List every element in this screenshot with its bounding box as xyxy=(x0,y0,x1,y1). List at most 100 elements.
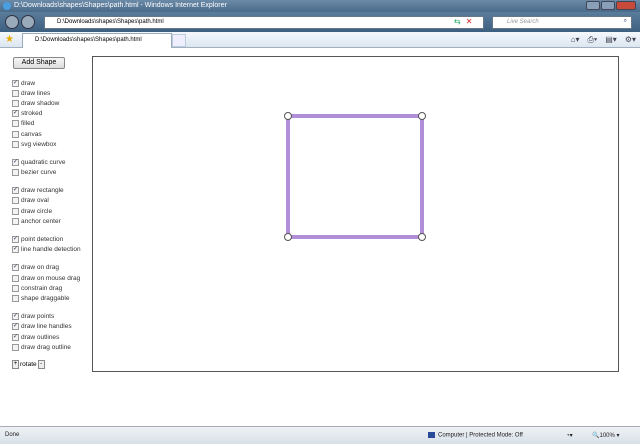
zoom-level[interactable]: 🔍100% ▾ xyxy=(592,432,620,439)
search-placeholder: Live Search xyxy=(507,19,539,25)
checkbox[interactable] xyxy=(12,343,19,351)
checkbox[interactable]: ✓ xyxy=(12,236,19,244)
rotate-right-button[interactable]: - xyxy=(37,360,45,370)
protected-mode-icon[interactable]: ◔▾ xyxy=(566,432,573,439)
option-line-handle-detection[interactable]: ✓ line handle detection xyxy=(12,245,92,255)
option-draw-on-mouse-drag[interactable]: draw on mouse drag xyxy=(12,273,92,283)
print-icon[interactable]: ⎙▾ xyxy=(587,35,597,45)
checkbox[interactable] xyxy=(12,169,19,177)
shape-point-handle[interactable] xyxy=(418,112,426,120)
checkbox[interactable] xyxy=(12,130,19,138)
option-label: draw rectangle xyxy=(21,187,64,195)
checkbox[interactable] xyxy=(12,197,19,205)
checkbox[interactable]: ✓ xyxy=(12,187,19,195)
option-svg-viewbox[interactable]: svg viewbox xyxy=(12,139,92,149)
rectangle-shape[interactable] xyxy=(286,114,424,239)
back-button[interactable] xyxy=(5,15,19,29)
checkbox[interactable] xyxy=(12,294,19,302)
option-shape-draggable[interactable]: shape draggable xyxy=(12,293,92,303)
add-shape-button[interactable]: Add Shape xyxy=(13,57,65,69)
option-bezier-curve[interactable]: bezier curve xyxy=(12,168,92,178)
drawing-canvas[interactable] xyxy=(92,56,619,372)
option-label: constrain drag xyxy=(21,284,63,292)
option-canvas[interactable]: canvas xyxy=(12,129,92,139)
shape-point-handle[interactable] xyxy=(284,112,292,120)
option-draw-lines[interactable]: draw lines xyxy=(12,88,92,98)
option-label: draw on drag xyxy=(21,264,59,272)
option-stroked[interactable]: ✓ stroked xyxy=(12,109,92,119)
search-input[interactable]: Live Search ⌕ xyxy=(492,16,632,29)
rotate-left-button[interactable]: + xyxy=(12,360,19,370)
option-label: draw xyxy=(21,79,36,87)
stop-icon[interactable]: ✕ xyxy=(466,17,473,26)
search-icon[interactable]: ⌕ xyxy=(624,18,627,25)
checkbox[interactable]: ✓ xyxy=(12,323,19,331)
option-label: anchor center xyxy=(21,217,61,225)
status-text: Done xyxy=(5,432,20,438)
option-point-detection[interactable]: ✓ point detection xyxy=(12,234,92,244)
checkbox[interactable] xyxy=(12,120,19,128)
minimize-button[interactable] xyxy=(586,1,600,10)
checkbox[interactable] xyxy=(12,217,19,225)
new-tab-button[interactable] xyxy=(172,34,186,47)
option-quadratic-curve[interactable]: ✓ quadratic curve xyxy=(12,157,92,167)
option-label: svg viewbox xyxy=(21,140,57,148)
option-draw-on-drag[interactable]: ✓ draw on drag xyxy=(12,263,92,273)
checkbox[interactable] xyxy=(12,89,19,97)
option-label: draw oval xyxy=(21,197,49,205)
option-draw-oval[interactable]: draw oval xyxy=(12,196,92,206)
option-constrain-drag[interactable]: constrain drag xyxy=(12,283,92,293)
checkbox[interactable] xyxy=(12,140,19,148)
option-draw-rectangle[interactable]: ✓ draw rectangle xyxy=(12,186,92,196)
page-icon[interactable]: ▤▾ xyxy=(605,35,617,45)
option-label: bezier curve xyxy=(21,169,57,177)
checkbox[interactable] xyxy=(12,207,19,215)
security-zone[interactable]: Computer | Protected Mode: Off xyxy=(428,432,523,439)
forward-button[interactable] xyxy=(21,15,35,29)
shape-point-handle[interactable] xyxy=(418,233,426,241)
option-label: draw drag outline xyxy=(21,343,71,351)
checkbox[interactable]: ✓ xyxy=(12,158,19,166)
shape-point-handle[interactable] xyxy=(284,233,292,241)
close-button[interactable] xyxy=(616,1,636,10)
favorites-star-icon[interactable]: ★ xyxy=(5,34,14,45)
option-draw-points[interactable]: ✓ draw points xyxy=(12,312,92,322)
checkbox[interactable]: ✓ xyxy=(12,264,19,272)
options-list: ✓ draw draw lines draw shadow ✓ stroked filled… xyxy=(12,78,92,352)
status-bar: Done Computer | Protected Mode: Off ◔▾ 🔍… xyxy=(0,426,640,444)
window-title: D:\Downloads\shapes\Shapes\path.html - W… xyxy=(14,2,227,9)
option-draw-shadow[interactable]: draw shadow xyxy=(12,98,92,108)
option-filled[interactable]: filled xyxy=(12,119,92,129)
rotate-label: rotate xyxy=(20,361,37,369)
option-draw-line-handles[interactable]: ✓ draw line handles xyxy=(12,322,92,332)
checkbox[interactable]: ✓ xyxy=(12,110,19,118)
maximize-button[interactable] xyxy=(601,1,615,10)
option-draw[interactable]: ✓ draw xyxy=(12,78,92,88)
option-label: draw outlines xyxy=(21,333,60,341)
option-label: quadratic curve xyxy=(21,158,66,166)
checkbox[interactable]: ✓ xyxy=(12,79,19,87)
option-anchor-center[interactable]: anchor center xyxy=(12,216,92,226)
option-label: line handle detection xyxy=(21,246,81,254)
option-draw-circle[interactable]: draw circle xyxy=(12,206,92,216)
home-icon[interactable]: ⌂▾ xyxy=(571,35,580,45)
navigation-bar: D:\Downloads\shapes\Shapes\path.html ⇆ ✕ … xyxy=(0,12,640,32)
tools-gear-icon[interactable]: ⚙▾ xyxy=(625,35,636,45)
rotate-control: + rotate - xyxy=(12,360,92,370)
ie-logo-icon xyxy=(3,2,11,10)
checkbox[interactable] xyxy=(12,99,19,107)
checkbox[interactable] xyxy=(12,284,19,292)
address-text: D:\Downloads\shapes\Shapes\path.html xyxy=(57,19,164,25)
tab-label: D:\Downloads\shapes\Shapes\path.html xyxy=(35,37,142,43)
option-draw-outlines[interactable]: ✓ draw outlines xyxy=(12,332,92,342)
address-bar[interactable]: D:\Downloads\shapes\Shapes\path.html xyxy=(44,16,484,29)
option-label: draw lines xyxy=(21,89,51,97)
checkbox[interactable]: ✓ xyxy=(12,313,19,321)
option-label: shape draggable xyxy=(21,294,70,302)
tab-path[interactable]: D:\Downloads\shapes\Shapes\path.html xyxy=(22,33,172,48)
checkbox[interactable]: ✓ xyxy=(12,333,19,341)
checkbox[interactable]: ✓ xyxy=(12,246,19,254)
checkbox[interactable] xyxy=(12,274,19,282)
option-draw-drag-outline[interactable]: draw drag outline xyxy=(12,342,92,352)
refresh-icon[interactable]: ⇆ xyxy=(454,17,461,26)
